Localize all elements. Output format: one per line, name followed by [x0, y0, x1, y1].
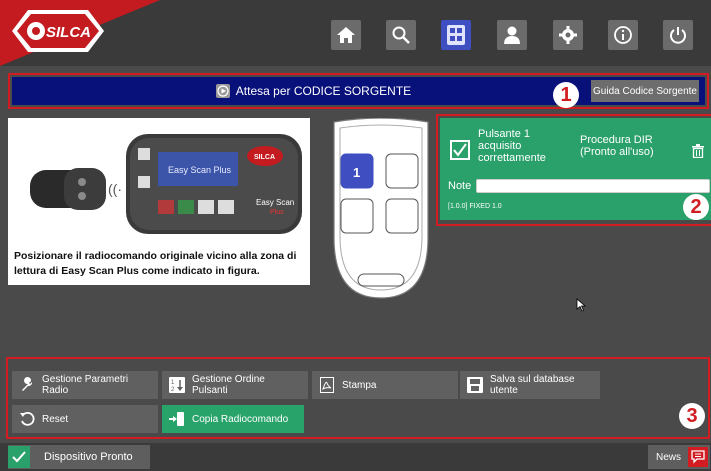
note-label: Note [448, 180, 472, 192]
remote-list-icon [447, 25, 465, 45]
power-icon [670, 27, 686, 44]
save-database-icon [460, 377, 490, 393]
gear-icon [559, 26, 577, 44]
svg-text:((·: ((· [108, 181, 122, 197]
code-info: [1.0.0] FIXED 1.0 [448, 203, 502, 210]
save-to-database-button[interactable]: Salva sul database utente [460, 371, 600, 399]
header-status-text: Attesa per CODICE SORGENTE [235, 84, 412, 98]
header-status: Attesa per CODICE SORGENTE [215, 84, 412, 98]
print-button[interactable]: Stampa [312, 371, 458, 399]
news-icon [688, 447, 708, 467]
reset-button[interactable]: Reset [12, 405, 158, 433]
action-label: Stampa [342, 379, 377, 391]
acquisition-status: Pulsante 1 acquisito correttamente [478, 128, 546, 164]
news-button[interactable]: News [648, 445, 710, 469]
nav-info-button[interactable] [608, 20, 638, 50]
info-icon [614, 26, 632, 44]
remote-control-graphic: 1 [333, 118, 429, 299]
success-check-icon [450, 140, 470, 160]
acquisition-result-card: Pulsante 1 acquisito correttamente Proce… [436, 114, 711, 226]
nav-user-button[interactable] [497, 20, 527, 50]
sort-order-icon: 12 [162, 377, 192, 393]
search-icon [392, 26, 410, 44]
news-label: News [656, 451, 682, 463]
source-code-header: Attesa per CODICE SORGENTE Guida Codice … [8, 73, 709, 109]
note-field[interactable] [476, 179, 710, 193]
top-bar: SILCA [0, 0, 711, 66]
reset-icon [12, 411, 42, 427]
svg-text:SILCA: SILCA [254, 154, 275, 161]
actions-panel: Gestione Parametri Radio 12 Gestione Ordi… [6, 357, 710, 439]
result-card-body: Pulsante 1 acquisito correttamente Proce… [440, 118, 711, 220]
mouse-pointer [576, 298, 586, 312]
nav-remote-list-button[interactable] [441, 20, 471, 50]
trash-icon[interactable] [692, 144, 704, 158]
callout-badge-1: 1 [553, 82, 579, 108]
source-code-guide-button[interactable]: Guida Codice Sorgente [591, 80, 699, 102]
callout-badge-3: 3 [679, 403, 705, 429]
nav-settings-button[interactable] [553, 20, 583, 50]
silca-logo: SILCA [12, 10, 104, 52]
placement-instruction: Posizionare il radiocomando originale vi… [14, 250, 297, 277]
action-label: Gestione Ordine Pulsanti [192, 374, 265, 396]
action-label: Reset [42, 413, 69, 425]
user-icon [504, 26, 520, 44]
play-icon [215, 84, 230, 98]
copy-remote-button[interactable]: Copia Radiocomando [162, 405, 304, 433]
device-illustration: ((· Easy Scan Plus SILCA Easy Scan Plus [30, 134, 302, 234]
callout-badge-2: 2 [683, 194, 709, 220]
remote-button-label: 1 [353, 165, 360, 180]
home-icon [337, 27, 355, 43]
pdf-icon [312, 377, 342, 393]
svg-text:SILCA: SILCA [46, 24, 91, 41]
action-label: Gestione Parametri Radio [42, 374, 129, 396]
radio-parameters-button[interactable]: Gestione Parametri Radio [12, 371, 158, 399]
instruction-illustration: ((· Easy Scan Plus SILCA Easy Scan Plus … [8, 118, 310, 285]
nav-home-button[interactable] [331, 20, 361, 50]
device-ready-status: Dispositivo Pronto [8, 445, 150, 469]
action-label: Copia Radiocomando [192, 413, 289, 425]
button-order-button[interactable]: 12 Gestione Ordine Pulsanti [162, 371, 308, 399]
ready-text: Dispositivo Pronto [44, 451, 133, 463]
status-bar: Dispositivo Pronto News [0, 443, 711, 471]
procedure-label: Procedura DIR (Pronto all'uso) [580, 134, 654, 158]
ready-check-icon [8, 446, 30, 468]
header-banner: Attesa per CODICE SORGENTE Guida Codice … [12, 77, 705, 105]
svg-text:Easy Scan Plus: Easy Scan Plus [168, 165, 232, 175]
nav-power-button[interactable] [663, 20, 693, 50]
copy-remote-icon [162, 411, 192, 427]
wrench-icon [12, 377, 42, 393]
svg-text:Easy Scan: Easy Scan [256, 198, 294, 207]
svg-text:Plus: Plus [270, 209, 284, 216]
action-label: Salva sul database utente [490, 374, 575, 396]
nav-search-button[interactable] [386, 20, 416, 50]
